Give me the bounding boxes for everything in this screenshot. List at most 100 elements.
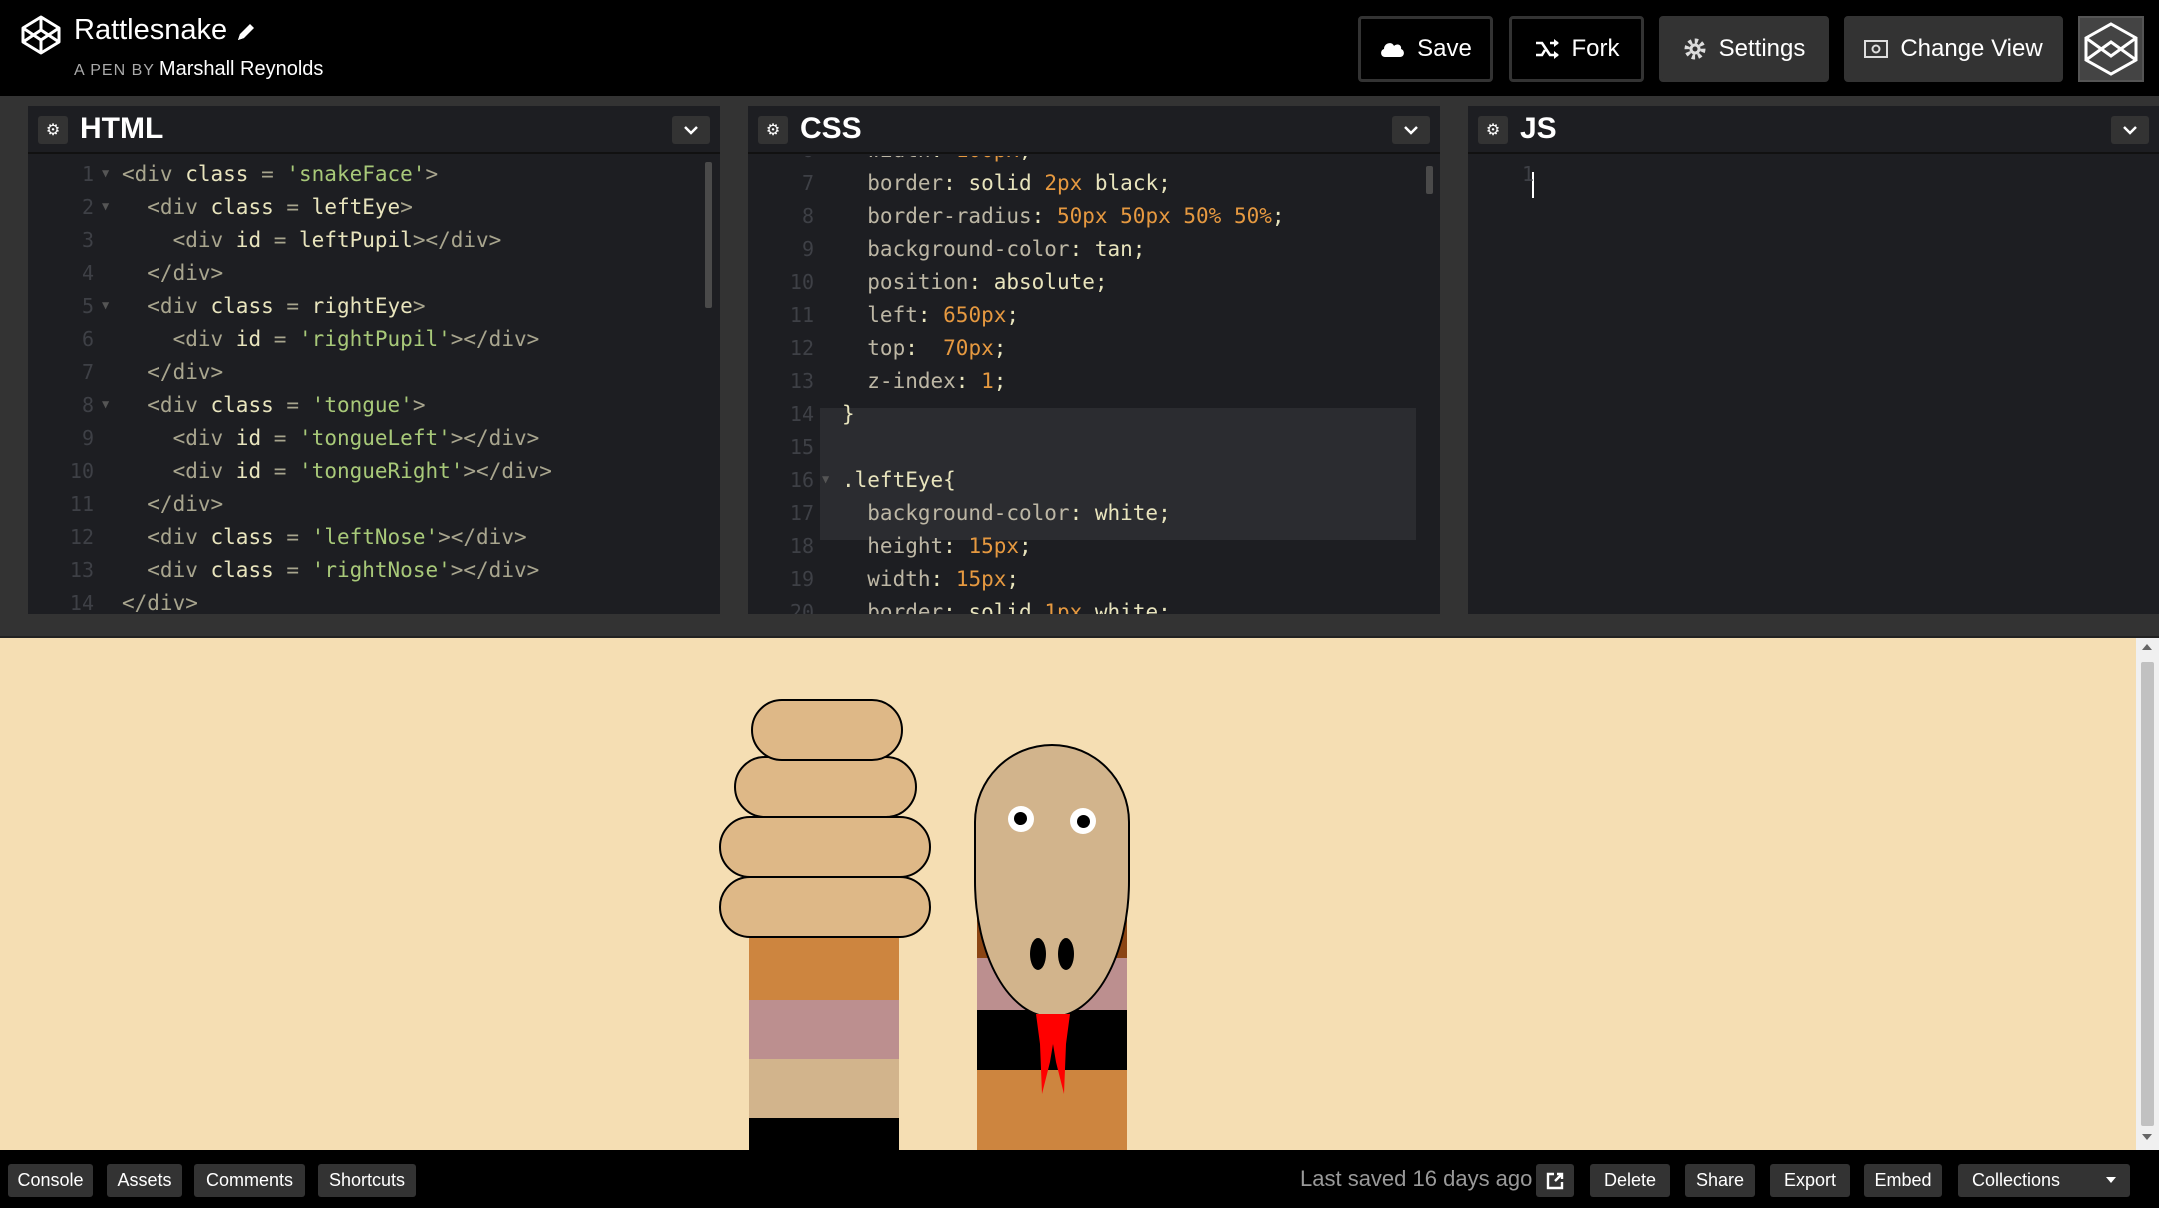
- code-line[interactable]: 11 </div>: [28, 492, 720, 525]
- code-line[interactable]: 20 border: solid 1px white;: [748, 600, 1440, 614]
- code-line[interactable]: 7 border: solid 2px black;: [748, 171, 1440, 204]
- code-line[interactable]: 14}: [748, 402, 1440, 435]
- line-number: 4: [81, 261, 94, 285]
- line-number: 3: [81, 228, 94, 252]
- code-line[interactable]: 2 ▼ <div class = leftEye>: [28, 195, 720, 228]
- editor-resize-handle[interactable]: [0, 614, 2159, 638]
- assets-button[interactable]: Assets: [107, 1164, 182, 1197]
- preview-scrollbar[interactable]: [2136, 638, 2159, 1150]
- code-line[interactable]: 7 </div>: [28, 360, 720, 393]
- css-editor-scrollbar[interactable]: [1426, 166, 1433, 194]
- right-eye: [1070, 808, 1096, 834]
- line-number: 6: [81, 327, 94, 351]
- code-line[interactable]: 10 <div id = 'tongueRight'></div>: [28, 459, 720, 492]
- code-line[interactable]: 10 position: absolute;: [748, 270, 1440, 303]
- chevron-down-icon: [1404, 126, 1418, 135]
- scroll-down-arrow-icon[interactable]: [2142, 1134, 2152, 1140]
- css-code-editor[interactable]: 6 width: 100px;7 border: solid 2px black…: [748, 156, 1440, 614]
- line-number: 10: [69, 459, 94, 483]
- open-external-button[interactable]: [1536, 1164, 1574, 1197]
- code-line[interactable]: 5 ▼ <div class = rightEye>: [28, 294, 720, 327]
- line-number: 18: [789, 534, 814, 558]
- settings-button[interactable]: Settings: [1659, 16, 1829, 82]
- last-saved-status: Last saved 16 days ago: [1300, 1166, 1533, 1191]
- code-line[interactable]: 6 width: 100px;: [748, 156, 1440, 171]
- css-panel-menu-button[interactable]: [1392, 116, 1430, 144]
- tail-band-peru: [749, 938, 899, 1000]
- html-panel-title: HTML: [80, 112, 164, 145]
- code-line[interactable]: 17 background-color: white;: [748, 501, 1440, 534]
- preview-scroll-thumb[interactable]: [2141, 662, 2154, 1126]
- html-editor-panel: ⚙ HTML 1 ▼ <div class = 'snakeFace'> 2 ▼ <di…: [28, 106, 720, 614]
- code-line[interactable]: 9 <div id = 'tongueLeft'></div>: [28, 426, 720, 459]
- code-text: </div>: [122, 591, 198, 614]
- user-avatar[interactable]: [2078, 16, 2144, 82]
- line-number: 2: [81, 195, 94, 219]
- code-line[interactable]: 11 left: 650px;: [748, 303, 1440, 336]
- js-panel-menu-button[interactable]: [2111, 116, 2149, 144]
- code-line[interactable]: 9 background-color: tan;: [748, 237, 1440, 270]
- result-preview[interactable]: [0, 638, 2136, 1150]
- code-line[interactable]: 1 ▼ <div class = 'snakeFace'>: [28, 162, 720, 195]
- author-link[interactable]: Marshall Reynolds: [159, 58, 324, 80]
- code-line[interactable]: 14 </div>: [28, 591, 720, 614]
- code-line[interactable]: 13 <div class = 'rightNose'></div>: [28, 558, 720, 591]
- share-button[interactable]: Share: [1685, 1164, 1755, 1197]
- codepen-logo-icon[interactable]: [20, 14, 62, 56]
- collections-dropdown[interactable]: Collections: [1958, 1164, 2130, 1197]
- pen-title[interactable]: Rattlesnake: [74, 14, 227, 47]
- fold-arrow-icon[interactable]: ▼: [102, 166, 109, 180]
- save-button[interactable]: Save: [1358, 16, 1493, 82]
- fork-label: Fork: [1571, 35, 1620, 62]
- editor-area: ⚙ HTML 1 ▼ <div class = 'snakeFace'> 2 ▼ <di…: [0, 96, 2159, 614]
- collections-label: Collections: [1972, 1170, 2061, 1190]
- code-line[interactable]: 8 border-radius: 50px 50px 50% 50%;: [748, 204, 1440, 237]
- code-line[interactable]: 12 top: 70px;: [748, 336, 1440, 369]
- line-number: 9: [801, 237, 814, 261]
- code-line[interactable]: 8 ▼ <div class = 'tongue'>: [28, 393, 720, 426]
- js-code-editor[interactable]: 1: [1468, 156, 2159, 614]
- code-line[interactable]: 6 <div id = 'rightPupil'></div>: [28, 327, 720, 360]
- html-panel-menu-button[interactable]: [672, 116, 710, 144]
- change-view-button[interactable]: Change View: [1844, 16, 2063, 82]
- js-settings-button[interactable]: ⚙: [1478, 116, 1508, 144]
- code-text: <div id = 'rightPupil'></div>: [122, 327, 540, 351]
- fork-icon: [1535, 39, 1559, 59]
- line-number: 20: [789, 600, 814, 614]
- code-text: height: 15px;: [842, 534, 1032, 558]
- code-line[interactable]: 16 ▼ .leftEye{: [748, 468, 1440, 501]
- fold-arrow-icon[interactable]: ▼: [102, 298, 109, 312]
- html-settings-button[interactable]: ⚙: [38, 116, 68, 144]
- comments-button[interactable]: Comments: [194, 1164, 305, 1197]
- code-line[interactable]: 12 <div class = 'leftNose'></div>: [28, 525, 720, 558]
- line-number: 5: [81, 294, 94, 318]
- html-panel-header: ⚙ HTML: [28, 106, 720, 154]
- delete-button[interactable]: Delete: [1590, 1164, 1670, 1197]
- code-line[interactable]: 1: [1468, 162, 2159, 195]
- code-line[interactable]: 15: [748, 435, 1440, 468]
- fold-arrow-icon[interactable]: ▼: [102, 397, 109, 411]
- console-button[interactable]: Console: [8, 1164, 93, 1197]
- code-line[interactable]: 18 height: 15px;: [748, 534, 1440, 567]
- shortcuts-button[interactable]: Shortcuts: [318, 1164, 416, 1197]
- html-editor-scrollbar[interactable]: [705, 162, 712, 308]
- export-button[interactable]: Export: [1770, 1164, 1850, 1197]
- code-text: .leftEye{: [842, 468, 956, 492]
- fork-button[interactable]: Fork: [1509, 16, 1644, 82]
- css-settings-button[interactable]: ⚙: [758, 116, 788, 144]
- js-editor-panel: ⚙ JS 1: [1468, 106, 2159, 614]
- pencil-edit-icon[interactable]: [234, 20, 258, 44]
- scroll-up-arrow-icon[interactable]: [2142, 644, 2152, 650]
- code-line[interactable]: 4 </div>: [28, 261, 720, 294]
- html-code-editor[interactable]: 1 ▼ <div class = 'snakeFace'> 2 ▼ <div class…: [28, 156, 720, 614]
- line-number: 14: [789, 402, 814, 426]
- embed-button[interactable]: Embed: [1864, 1164, 1942, 1197]
- left-eye: [1008, 806, 1034, 832]
- cloud-icon: [1381, 43, 1405, 57]
- code-line[interactable]: 3 <div id = leftPupil></div>: [28, 228, 720, 261]
- code-line[interactable]: 19 width: 15px;: [748, 567, 1440, 600]
- left-pupil: [1014, 812, 1027, 825]
- code-line[interactable]: 13 z-index: 1;: [748, 369, 1440, 402]
- fold-arrow-icon[interactable]: ▼: [822, 472, 829, 486]
- fold-arrow-icon[interactable]: ▼: [102, 199, 109, 213]
